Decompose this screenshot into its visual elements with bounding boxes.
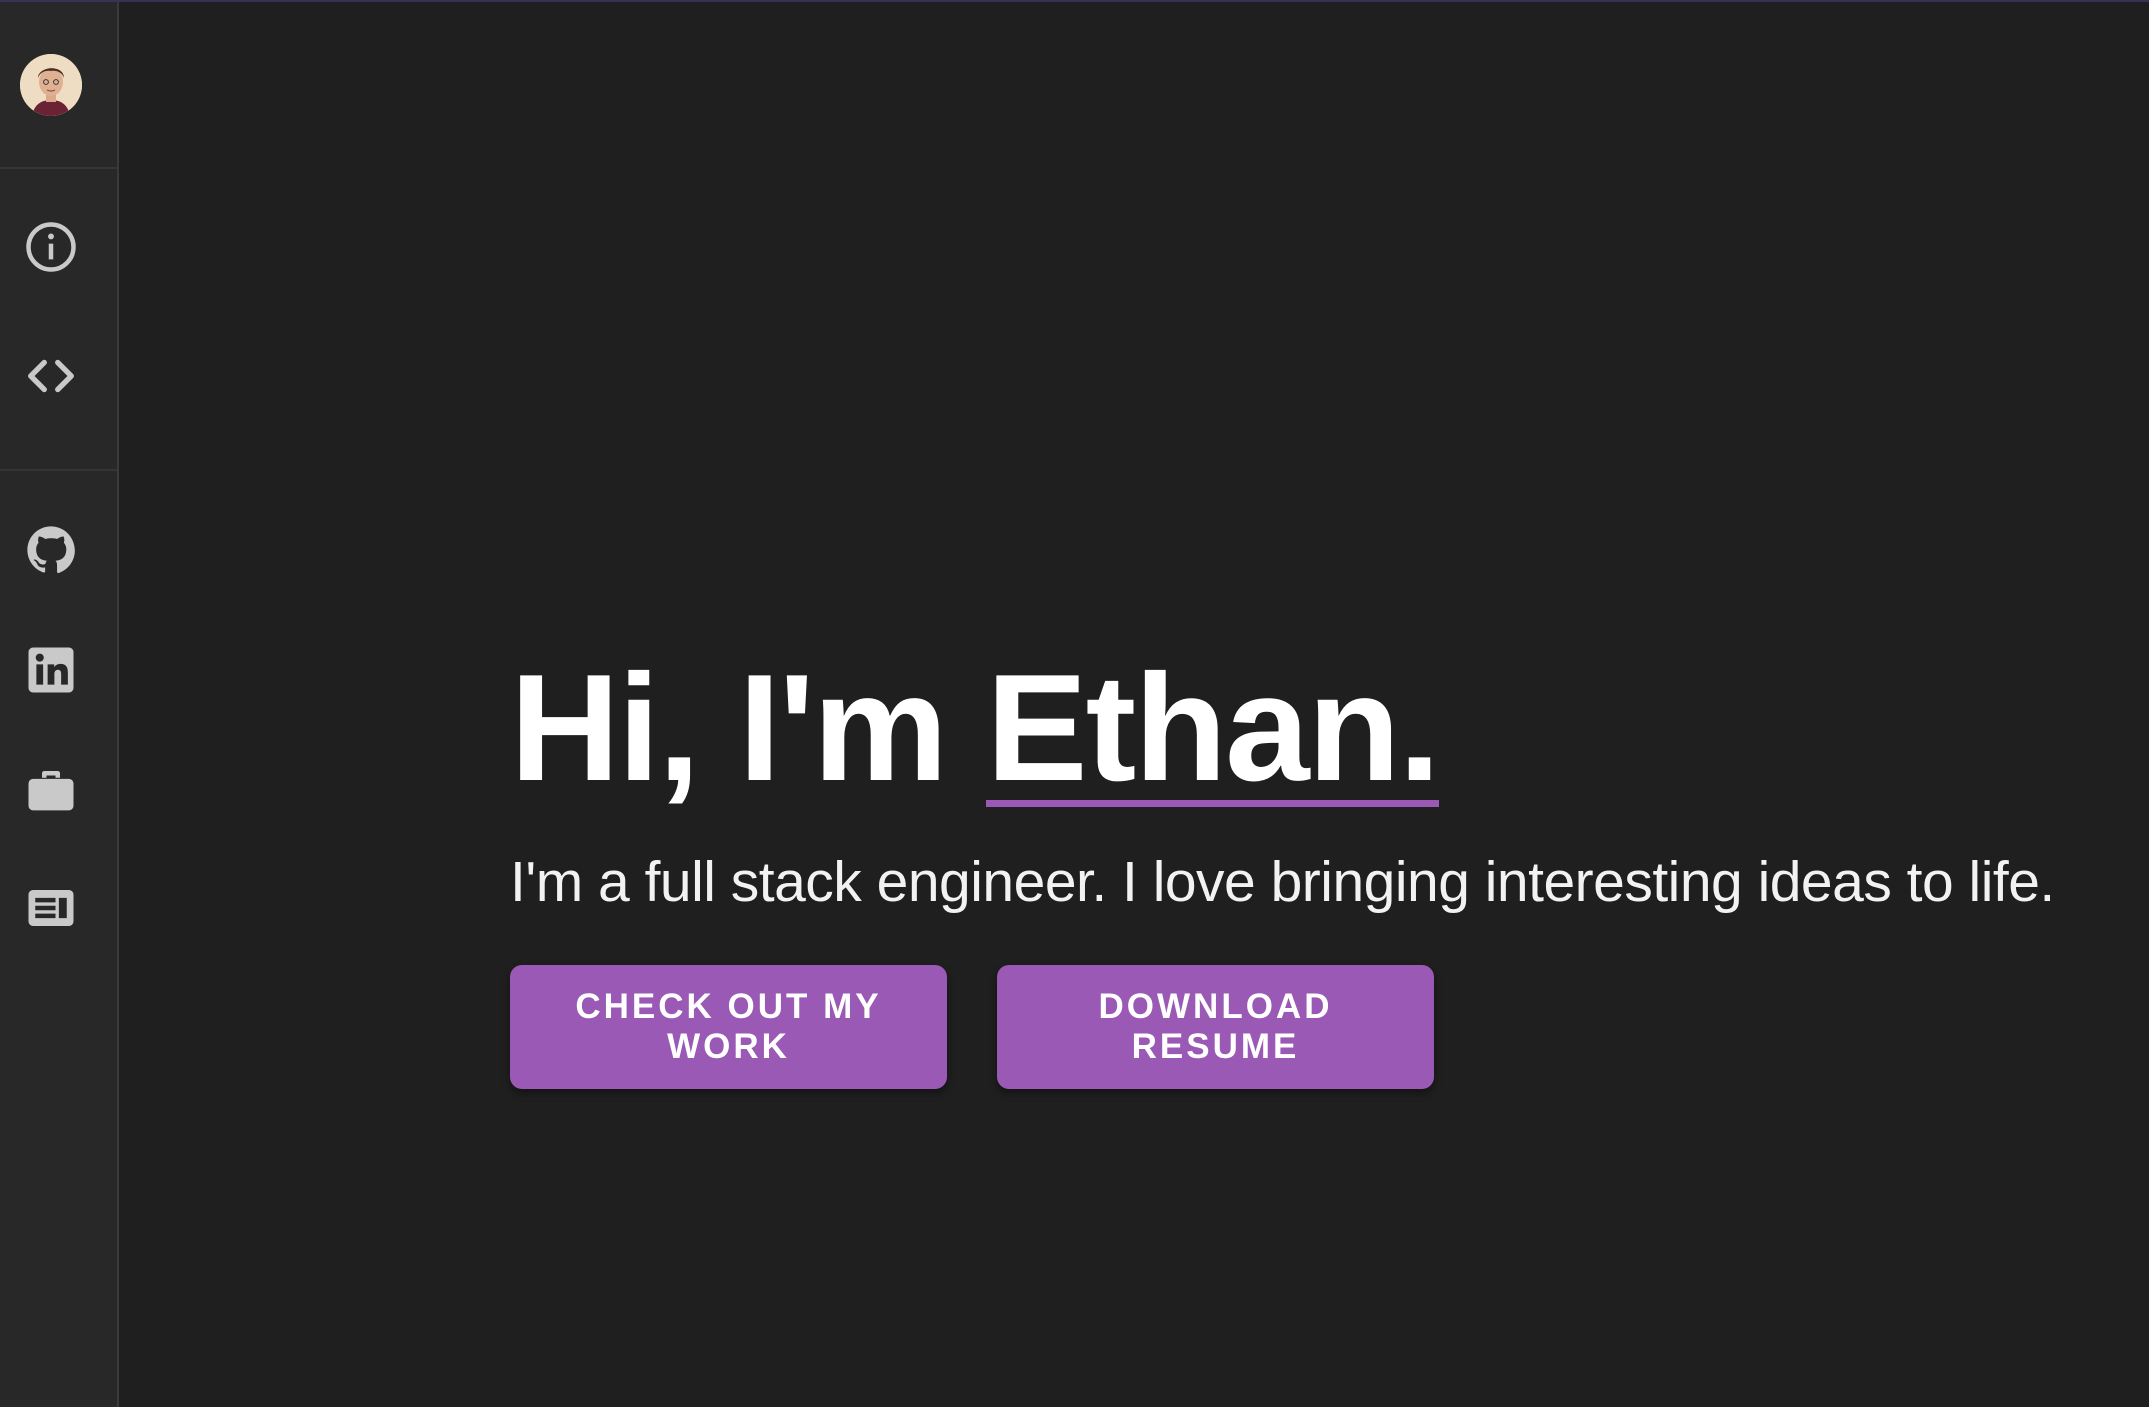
info-circle-icon — [26, 222, 76, 272]
sidebar-divider — [0, 469, 117, 471]
download-resume-button[interactable]: DOWNLOAD RESUME — [997, 965, 1434, 1090]
nav-projects[interactable] — [22, 347, 80, 405]
nav-about[interactable] — [22, 218, 80, 276]
social-github[interactable] — [22, 521, 80, 579]
hero-name: Ethan. — [986, 643, 1441, 813]
hero-section: Hi, I'm Ethan. I'm a full stack engineer… — [510, 643, 2055, 1090]
avatar-image — [20, 54, 82, 116]
github-icon — [27, 526, 75, 573]
hero-actions: CHECK OUT MY WORK DOWNLOAD RESUME — [510, 965, 2055, 1090]
linkedin-icon — [28, 647, 74, 693]
sidebar — [0, 2, 119, 1407]
avatar[interactable] — [20, 54, 82, 116]
briefcase-icon — [28, 771, 74, 811]
hero-title: Hi, I'm Ethan. — [510, 643, 2055, 813]
sidebar-divider — [0, 167, 117, 169]
social-linkedin[interactable] — [22, 641, 80, 699]
social-blog[interactable] — [22, 879, 80, 937]
hero-subtitle: I'm a full stack engineer. I love bringi… — [510, 850, 2055, 915]
code-brackets-icon — [28, 359, 74, 393]
page: Hi, I'm Ethan. I'm a full stack engineer… — [0, 0, 2149, 1407]
article-icon — [28, 890, 74, 926]
check-out-work-button[interactable]: CHECK OUT MY WORK — [510, 965, 947, 1090]
social-portfolio[interactable] — [22, 760, 80, 818]
hero-greeting: Hi, I'm — [510, 643, 987, 813]
